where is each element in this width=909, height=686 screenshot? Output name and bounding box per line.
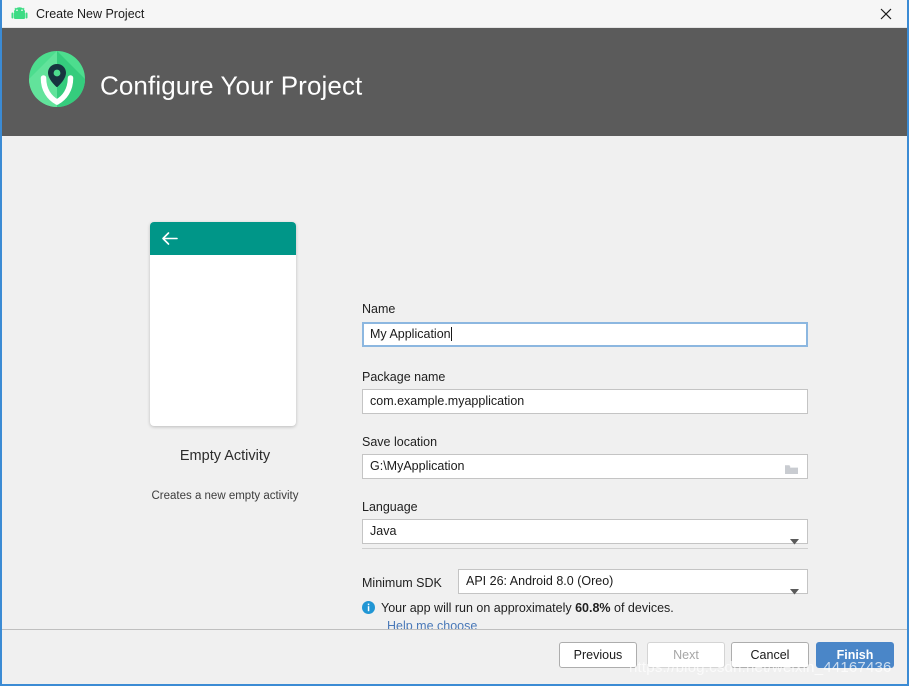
preview-app-bar [150,222,296,255]
package-name-value: com.example.myapplication [370,394,525,408]
package-name-input[interactable]: com.example.myapplication [362,389,808,414]
dialog-footer: Previous Next Cancel Finish [2,629,907,684]
cancel-button[interactable]: Cancel [731,642,809,668]
chevron-down-icon [790,580,799,603]
previous-button[interactable]: Previous [559,642,637,668]
text-caret [450,327,452,341]
page-title: Configure Your Project [100,70,363,101]
template-preview-card [150,222,296,426]
minimum-sdk-value: API 26: Android 8.0 (Oreo) [466,574,614,588]
android-robot-icon [11,6,28,22]
save-location-label: Save location [362,435,438,449]
sdk-info-suffix: of devices. [610,601,674,615]
arrow-left-icon [161,231,178,251]
finish-button[interactable]: Finish [816,642,894,668]
folder-icon[interactable] [784,461,799,478]
form-divider [362,548,808,549]
minimum-sdk-label: Minimum SDK [362,576,442,590]
save-location-input[interactable]: G:\MyApplication [362,454,808,479]
android-studio-logo [26,48,88,110]
language-select[interactable]: Java [362,519,808,545]
language-value: Java [370,524,397,538]
window-title: Create New Project [36,7,145,21]
template-preview-panel: Empty Activity Creates a new empty activ… [150,222,300,502]
wizard-body: Empty Activity Creates a new empty activ… [2,136,907,662]
name-input-value: My Application [370,327,451,341]
save-location-value: G:\MyApplication [370,459,465,473]
wizard-header: Configure Your Project [2,28,907,136]
chevron-down-icon [790,530,799,553]
name-label: Name [362,302,396,316]
title-bar: Create New Project [0,0,909,28]
close-icon[interactable] [863,0,909,27]
window-border-left [0,0,2,686]
package-name-label: Package name [362,370,446,384]
template-description: Creates a new empty activity [151,490,299,502]
language-label: Language [362,500,418,514]
sdk-info-prefix: Your app will run on approximately [381,601,576,615]
minimum-sdk-select[interactable]: API 26: Android 8.0 (Oreo) [458,569,808,595]
next-button: Next [647,642,725,668]
create-new-project-dialog: Create New Project Configure Your Projec… [0,0,909,686]
template-name: Empty Activity [179,448,271,464]
info-icon [362,601,375,614]
sdk-info-percent: 60.8% [575,601,611,615]
sdk-info-text: Your app will run on approximately 60.8%… [381,600,674,616]
name-input[interactable]: My Application [362,322,808,347]
